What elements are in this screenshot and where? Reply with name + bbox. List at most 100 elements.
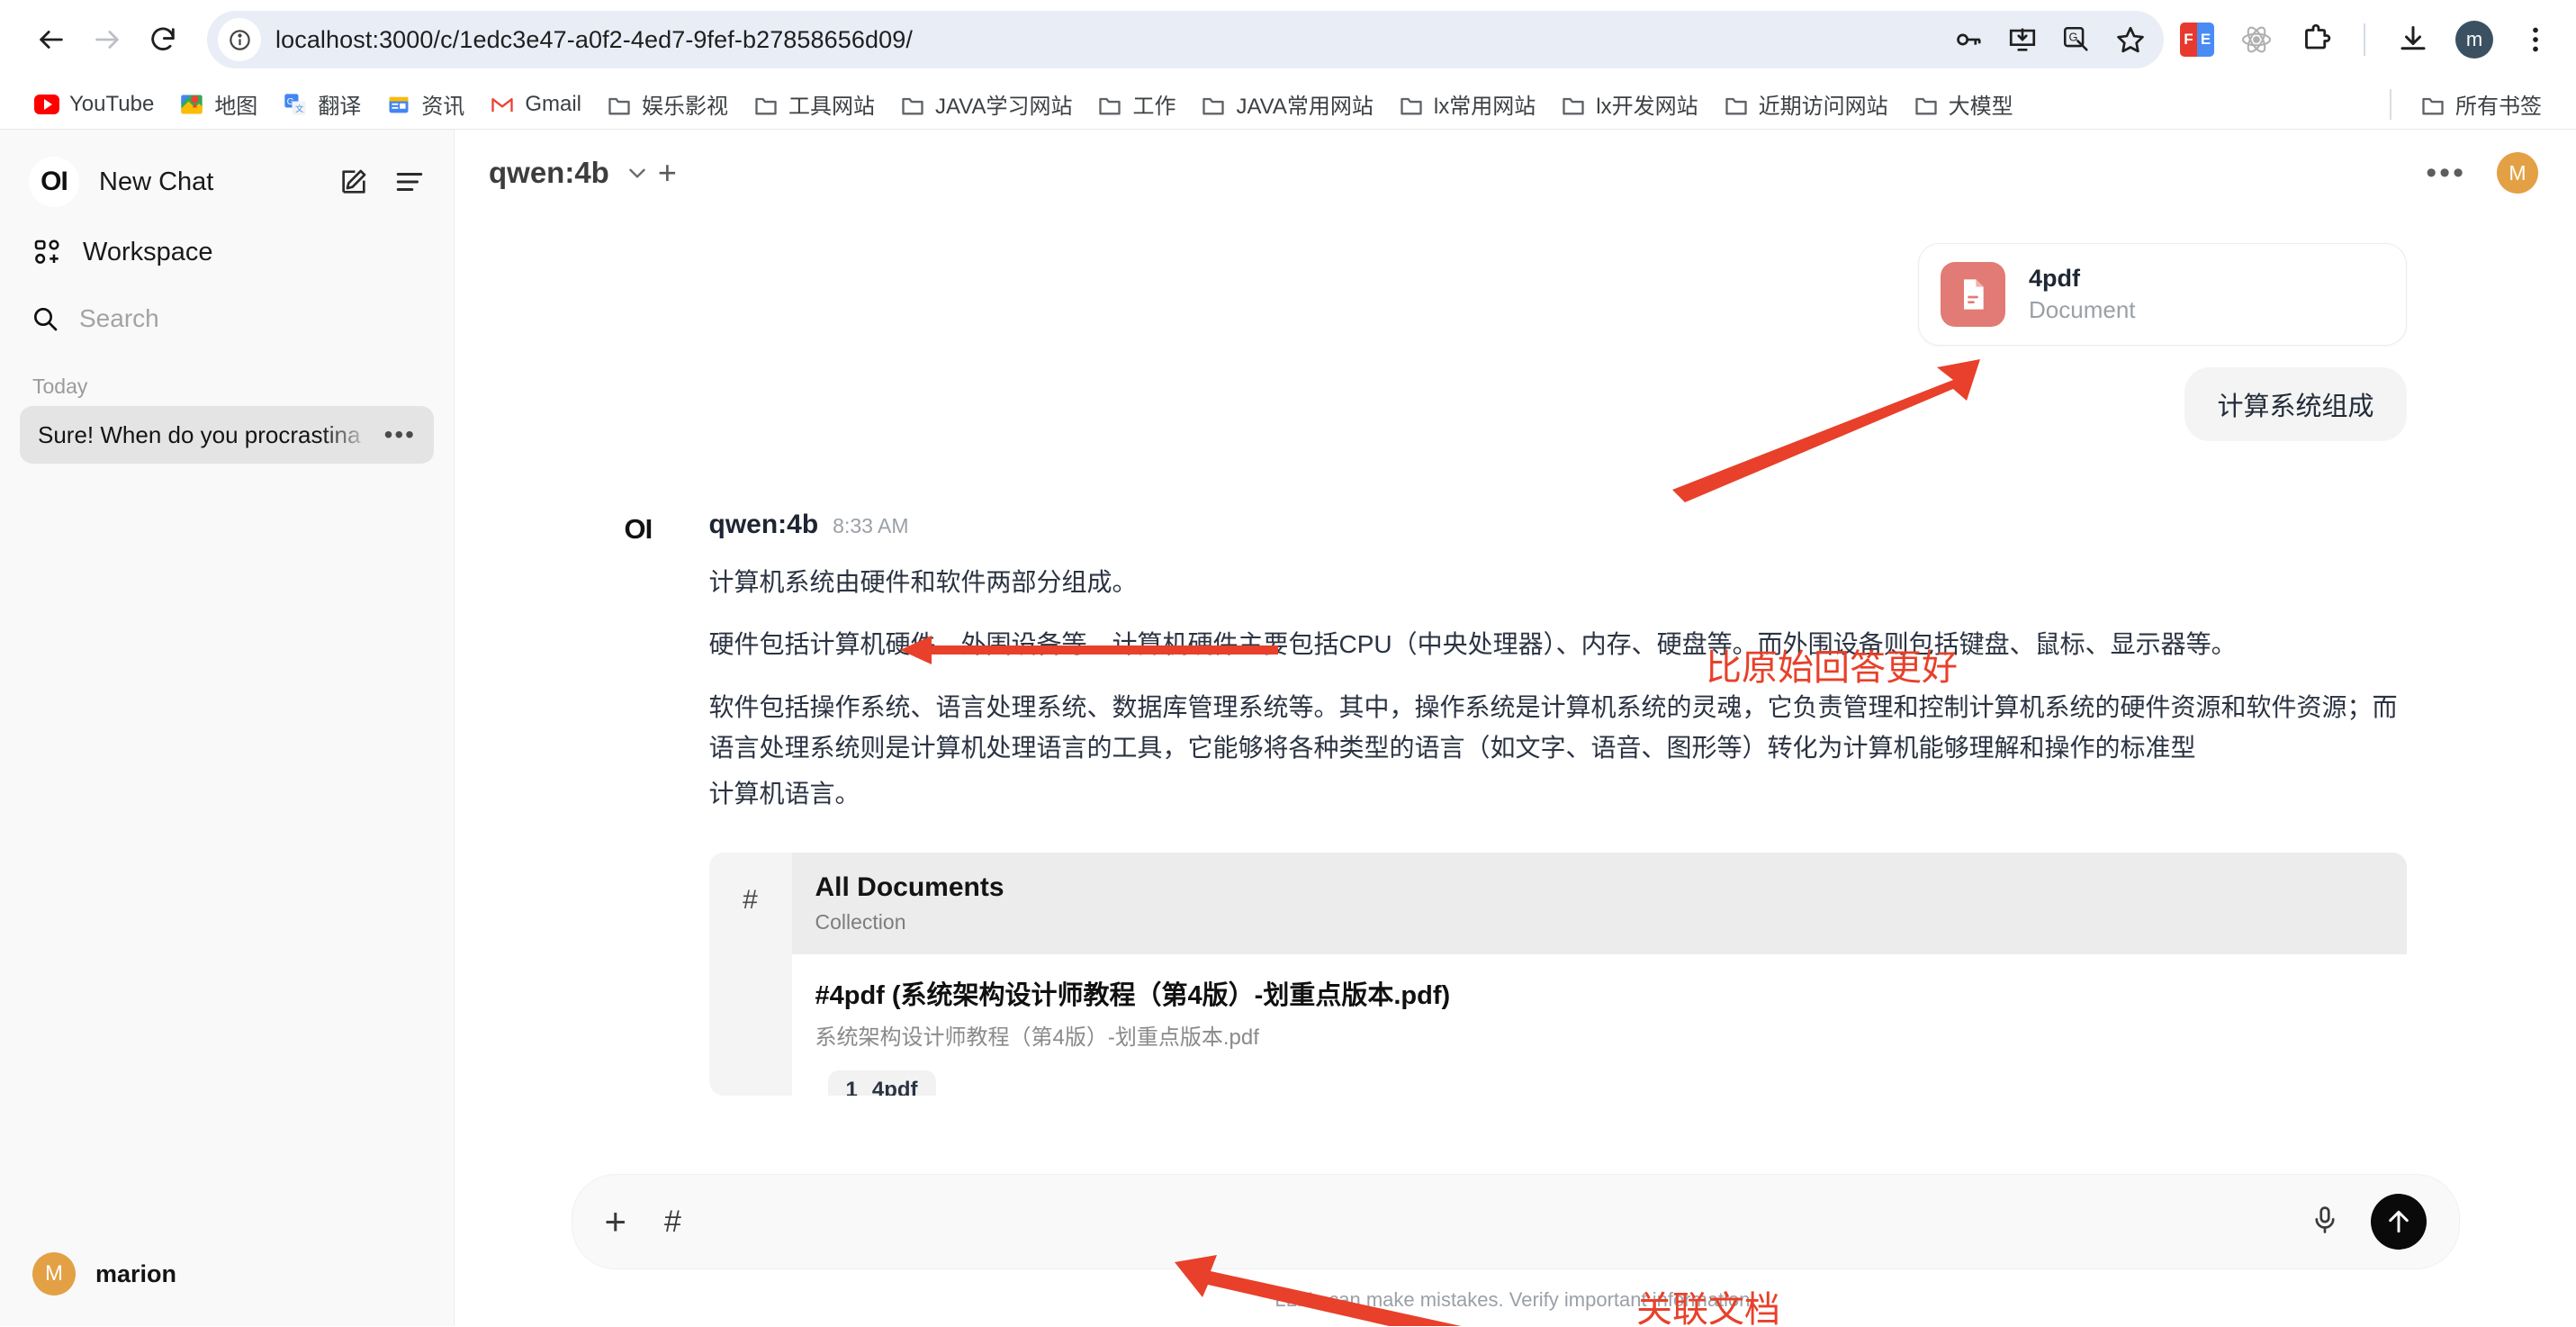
assistant-message: OI qwen:4b 8:33 AM 计算机系统由硬件和软件两部分组成。 硬件包… [625,510,2407,1096]
search-input[interactable] [79,304,423,333]
bookmark-label: 资讯 [421,95,465,119]
downloads-icon[interactable] [2396,23,2430,57]
citation-chip-number: 1 [845,1077,858,1096]
add-model-button[interactable]: + [658,157,677,189]
toggle-sidebar-icon[interactable] [394,167,425,197]
bookmark-folder-llm[interactable]: 大模型 [1901,83,2026,125]
bookmark-label: JAVA常用网站 [1236,95,1374,119]
knowledge-hash-icon[interactable]: # [664,1206,681,1237]
folder-icon [1399,94,1424,115]
bookmark-label: 大模型 [1948,95,2013,119]
folder-icon [753,94,779,115]
chat-item-menu-icon[interactable]: ••• [384,420,416,449]
folder-icon [900,94,925,115]
toolbar-divider [2364,23,2365,56]
bookmark-folder-entertainment[interactable]: 娱乐影视 [594,83,741,125]
chat-options-menu-icon[interactable]: ••• [2426,156,2466,191]
svg-text:文: 文 [295,104,303,113]
microphone-icon[interactable] [2310,1205,2340,1240]
avatar: M [32,1252,76,1295]
bookmark-folder-tools[interactable]: 工具网站 [741,83,887,125]
main-panel: qwen:4b + ••• M 4pdf Document 计算系统组成 OI … [455,130,2576,1326]
sidebar: OI New Chat Workspace Today [0,130,455,1326]
bookmark-folder-recent[interactable]: 近期访问网站 [1711,83,1901,125]
address-bar[interactable]: localhost:3000/c/1edc3e47-a0f2-4ed7-9fef… [207,11,2164,68]
model-selector[interactable]: qwen:4b [489,156,649,190]
back-button[interactable] [23,12,79,68]
new-chat-pencil-icon[interactable] [338,167,369,197]
chrome-menu-icon[interactable] [2518,23,2553,57]
sidebar-user[interactable]: M marion [0,1229,454,1326]
bookmark-youtube[interactable]: YouTube [22,86,167,122]
svg-text:G: G [2069,30,2078,43]
folder-icon [607,94,632,115]
search-icon [31,302,59,335]
bookmark-gmail[interactable]: Gmail [477,86,594,122]
chevron-down-icon[interactable] [626,161,649,185]
sidebar-item-label: Workspace [83,237,213,266]
citation-document-title: #4pdf (系统架构设计师教程（第4版）-划重点版本.pdf) [815,980,1451,1010]
extensions-puzzle-icon[interactable] [2299,23,2333,57]
bookmark-maps[interactable]: 地图 [167,83,270,125]
citation-document[interactable]: #4pdf (系统架构设计师教程（第4版）-划重点版本.pdf) 系统架构设计师… [792,954,2407,1051]
bookmark-label: YouTube [69,91,155,116]
citation-collection-subtitle: Collection [815,909,906,934]
bookmark-star-icon[interactable] [2115,24,2146,55]
bookmark-label: 工作 [1132,95,1176,119]
chat-item-title: Sure! When do you procrastina [38,420,361,448]
chat-list-item[interactable]: Sure! When do you procrastina ••• [20,406,434,464]
bookmarks-bar: YouTube 地图 G文 翻译 资讯 Gmail 娱乐影视 工具网站 JAVA… [0,79,2576,130]
section-label-today: Today [32,375,88,398]
chat-messages: 4pdf Document 计算系统组成 OI qwen:4b 8:33 AM [571,243,2461,1096]
citation-collection-header[interactable]: All Documents Collection [791,852,2407,954]
attachment-card[interactable]: 4pdf Document [1918,243,2407,346]
folder-icon [1561,94,1586,115]
url-text: localhost:3000/c/1edc3e47-a0f2-4ed7-9fef… [275,25,913,53]
extension-fe-icon[interactable]: FE [2180,23,2214,57]
password-key-icon[interactable] [1953,24,1984,55]
forward-button[interactable] [79,12,135,68]
youtube-icon [34,92,59,117]
model-name-label: qwen:4b [489,156,609,189]
sidebar-search[interactable] [20,293,434,344]
new-chat-label[interactable]: New Chat [99,167,213,197]
bookmark-folder-java-common[interactable]: JAVA常用网站 [1188,83,1385,125]
google-translate-icon: G文 [283,92,308,117]
browser-profile-avatar[interactable]: m [2455,21,2493,59]
citation-panel[interactable]: # All Documents Collection #4pdf (系统架构设计… [708,852,2407,1096]
citation-hash-icon: # [743,884,758,915]
extension-react-icon[interactable] [2239,23,2274,57]
attach-plus-icon[interactable]: + [605,1203,627,1241]
sidebar-header: OI New Chat [0,130,454,214]
bookmark-folder-lx-common[interactable]: lx常用网站 [1386,83,1548,125]
install-app-icon[interactable] [2007,24,2038,55]
bookmark-folder-lx-dev[interactable]: lx开发网站 [1548,83,1710,125]
username-label: marion [95,1259,177,1287]
message-composer[interactable]: + # [572,1175,2459,1268]
bookmark-label: lx开发网站 [1596,95,1698,119]
bookmark-folder-work[interactable]: 工作 [1085,83,1188,125]
folder-icon [2420,94,2445,115]
openwebui-logo: OI [29,157,79,207]
bookmark-translate[interactable]: G文 翻译 [270,83,374,125]
bookmark-label: 娱乐影视 [641,95,728,119]
sidebar-item-workspace[interactable]: Workspace [20,227,434,277]
all-bookmarks-button[interactable]: 所有书签 [2408,83,2554,125]
google-news-icon [386,92,411,117]
assistant-avatar-logo: OI [624,513,653,545]
folder-icon [1724,94,1749,115]
send-button[interactable] [2370,1194,2427,1250]
folder-icon [1914,94,1939,115]
assistant-timestamp: 8:33 AM [833,514,909,537]
chat-scroll-region[interactable]: 4pdf Document 计算系统组成 OI qwen:4b 8:33 AM [455,216,2576,1175]
bookmark-news[interactable]: 资讯 [374,83,477,125]
translate-page-icon[interactable]: G [2061,24,2092,55]
citation-source-chip[interactable]: 1 4pdf [827,1070,936,1096]
header-avatar[interactable]: M [2497,152,2538,194]
site-info-icon[interactable] [218,18,261,61]
reload-button[interactable] [135,12,191,68]
chat-header: qwen:4b + ••• M [455,130,2576,216]
bookmark-folder-java-study[interactable]: JAVA学习网站 [887,83,1085,125]
attachment-type: Document [2029,296,2136,323]
assistant-paragraph: 计算机语言。 [708,780,860,808]
